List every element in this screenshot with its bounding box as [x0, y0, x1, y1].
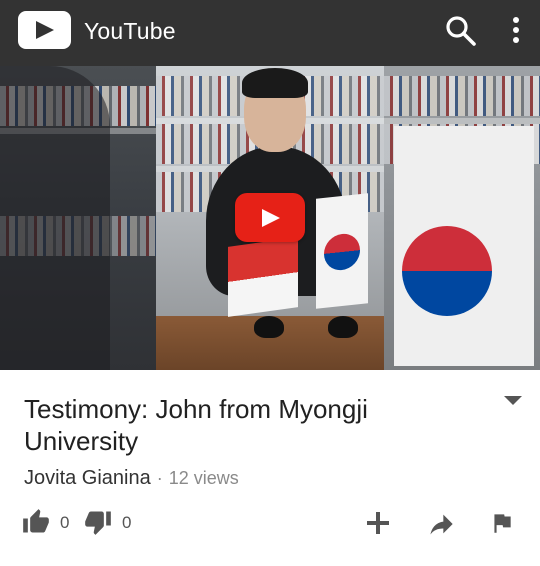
- add-to-playlist-button[interactable]: [364, 509, 392, 537]
- meta-separator: ·: [156, 468, 163, 488]
- dislike-count: 0: [122, 513, 132, 532]
- share-button[interactable]: [425, 510, 457, 538]
- play-button[interactable]: [235, 193, 305, 242]
- like-count: 0: [60, 513, 70, 532]
- report-button[interactable]: [489, 510, 515, 536]
- thumbs-up-icon: [23, 509, 49, 533]
- like-button[interactable]: 0: [22, 508, 74, 538]
- add-icon: [367, 512, 389, 534]
- expand-arrow-icon: [504, 396, 522, 405]
- play-icon: [262, 209, 280, 227]
- share-icon: [430, 514, 453, 535]
- flag-icon: [494, 514, 511, 533]
- view-count: 12 views: [168, 468, 239, 488]
- video-thumbnail-left-panel: [0, 66, 156, 370]
- video-player[interactable]: [0, 66, 540, 370]
- video-title: Testimony: John from Myongji University: [24, 394, 368, 456]
- search-button[interactable]: [444, 14, 478, 48]
- youtube-logo-icon[interactable]: [18, 11, 71, 49]
- more-options-button[interactable]: [504, 14, 528, 48]
- app-title: YouTube: [84, 18, 176, 44]
- top-app-bar: YouTube: [0, 0, 540, 66]
- search-icon: [446, 16, 476, 46]
- thumbs-down-icon: [85, 511, 111, 535]
- dislike-button[interactable]: 0: [84, 508, 136, 538]
- channel-name[interactable]: Jovita Gianina: [24, 467, 151, 489]
- expand-details-button[interactable]: [500, 392, 526, 410]
- video-thumbnail-right-panel: [384, 66, 540, 370]
- channel-info: Jovita Gianina · 12 views: [24, 467, 239, 490]
- more-vert-icon: [513, 17, 519, 43]
